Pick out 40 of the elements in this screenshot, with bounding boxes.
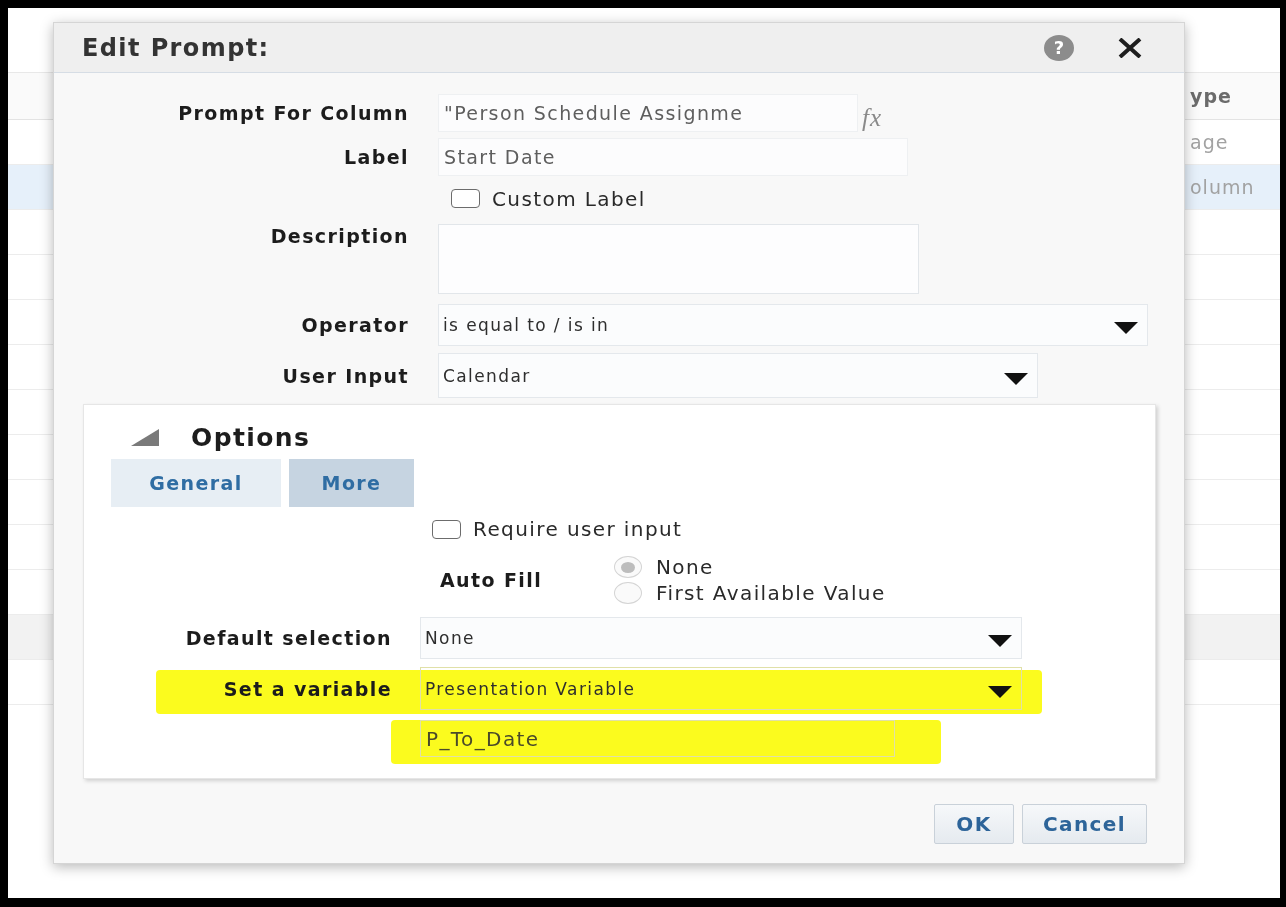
radio-button[interactable] — [614, 556, 642, 578]
table-cell: age — [1190, 131, 1229, 153]
dialog-button[interactable]: Cancel — [1021, 804, 1147, 844]
caret-icon — [988, 635, 1012, 647]
checkbox-label[interactable]: Custom Label — [492, 186, 646, 211]
text-field[interactable]: Start Date — [438, 138, 908, 176]
checkbox[interactable] — [432, 519, 461, 539]
close-button[interactable] — [1118, 37, 1142, 58]
field-label: Prompt For Column — [178, 102, 409, 124]
field-label: Auto Fill — [440, 569, 543, 591]
dropdown[interactable]: Presentation Variable — [420, 667, 1022, 710]
radio-button[interactable] — [614, 582, 642, 604]
field-label: Label — [344, 146, 409, 168]
column-text-field[interactable]: "Person Schedule Assignme — [438, 94, 858, 132]
field-label: User Input — [282, 364, 409, 387]
dropdown[interactable]: None — [420, 617, 1022, 659]
caret-icon — [1114, 322, 1138, 334]
tab[interactable]: General — [111, 459, 281, 507]
section-title: Options — [191, 422, 311, 452]
field-label: Set a variable — [223, 677, 392, 700]
field-label: Description — [270, 225, 409, 247]
dropdown[interactable]: is equal to / is in — [438, 304, 1148, 346]
dialog-title: Edit Prompt: — [82, 33, 270, 62]
caret-icon — [988, 685, 1012, 698]
dialog-button[interactable]: OK — [933, 804, 1014, 844]
field-label: Operator — [301, 314, 409, 336]
tab[interactable]: More — [289, 459, 414, 507]
collapse-triangle-icon[interactable] — [131, 428, 159, 446]
dropdown[interactable]: Calendar — [438, 353, 1038, 398]
radio-label[interactable]: None — [656, 555, 714, 579]
checkbox-label[interactable]: Require user input — [473, 517, 683, 541]
column-header: ype — [1190, 85, 1232, 107]
close-icon — [1118, 37, 1142, 58]
radio-label[interactable]: First Available Value — [656, 581, 886, 605]
field-label: Default selection — [185, 627, 392, 649]
text-field[interactable]: P_To_Date — [420, 720, 895, 757]
caret-icon — [1004, 372, 1028, 385]
table-cell: olumn — [1190, 176, 1255, 198]
text-area-field[interactable] — [438, 224, 919, 294]
checkbox[interactable] — [451, 189, 480, 208]
